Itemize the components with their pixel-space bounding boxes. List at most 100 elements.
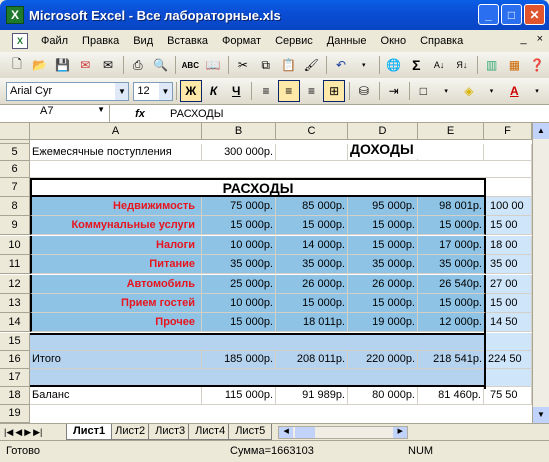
font-color-icon[interactable]: A <box>503 80 525 102</box>
name-box[interactable]: A7 ▼ <box>0 105 110 122</box>
font-name-select[interactable]: Arial Cyr ▼ <box>6 81 130 101</box>
column-header-b[interactable]: B <box>202 123 276 140</box>
row-6-empty[interactable] <box>30 161 532 178</box>
close-button[interactable]: ✕ <box>524 4 545 25</box>
prev-sheet-icon[interactable]: ◀ <box>15 427 22 438</box>
cell-f12[interactable]: 27 00 <box>486 274 532 294</box>
workbook-icon[interactable]: X <box>12 33 28 49</box>
spelling-icon[interactable]: ABC <box>179 54 201 76</box>
cell-f5[interactable] <box>484 144 532 161</box>
doc-close-button[interactable]: × <box>537 33 543 45</box>
cell-a8[interactable]: Недвижимость <box>30 197 202 216</box>
cell-e12[interactable]: 26 540р. <box>418 274 486 294</box>
row-header-7[interactable]: 7 <box>0 178 30 197</box>
cell-c14[interactable]: 18 011р. <box>276 313 348 333</box>
row-header-13[interactable]: 13 <box>0 294 30 313</box>
column-header-f[interactable]: F <box>484 123 532 140</box>
research-icon[interactable]: 📖 <box>202 54 224 76</box>
expenses-header[interactable]: РАСХОДЫ <box>30 178 486 197</box>
cell-b13[interactable]: 10 000р. <box>202 294 276 313</box>
row-header-11[interactable]: 11 <box>0 255 30 275</box>
cell-a11[interactable]: Питание <box>30 255 202 275</box>
cell-d18[interactable]: 80 000р. <box>348 387 418 405</box>
align-center-icon[interactable]: ≡ <box>277 80 300 102</box>
menu-tools[interactable]: Сервис <box>268 31 320 51</box>
cell-c16[interactable]: 208 011р. <box>276 351 348 369</box>
excel-app-icon[interactable]: X <box>6 6 24 24</box>
sort-asc-icon[interactable]: A↓ <box>428 54 450 76</box>
row-header-15[interactable]: 15 <box>0 333 30 351</box>
menu-data[interactable]: Данные <box>320 31 374 51</box>
borders-icon[interactable]: □ <box>412 80 434 102</box>
drawing-icon[interactable]: ▦ <box>504 54 526 76</box>
fill-color-icon[interactable]: ◈ <box>458 80 480 102</box>
cell-f13[interactable]: 15 00 <box>486 294 532 313</box>
print-preview-icon[interactable]: 🔍 <box>150 54 172 76</box>
row-header-5[interactable]: 5 <box>0 144 30 161</box>
autosum-icon[interactable]: Σ <box>405 54 427 76</box>
font-size-select[interactable]: 12 ▼ <box>133 81 173 101</box>
cell-b18[interactable]: 115 000р. <box>202 387 276 405</box>
align-right-icon[interactable]: ≡ <box>301 80 323 102</box>
underline-button[interactable]: Ч <box>225 80 247 102</box>
cell-f10[interactable]: 18 00 <box>486 235 532 255</box>
cell-a10[interactable]: Налоги <box>30 235 202 255</box>
cut-icon[interactable]: ✂ <box>232 54 254 76</box>
cell-f8[interactable]: 100 00 <box>486 197 532 216</box>
cell-f17[interactable] <box>486 369 532 387</box>
redo-icon[interactable]: ▾ <box>353 54 375 76</box>
column-header-a[interactable]: A <box>30 123 202 140</box>
cell-d12[interactable]: 26 000р. <box>348 274 418 294</box>
cell-d10[interactable]: 15 000р. <box>348 235 418 255</box>
tab-sheet3[interactable]: Лист3 <box>148 424 193 440</box>
italic-button[interactable]: К <box>203 80 225 102</box>
last-sheet-icon[interactable]: ▶| <box>33 427 42 438</box>
row-header-10[interactable]: 10 <box>0 235 30 255</box>
merge-center-icon[interactable]: ⊞ <box>323 80 346 102</box>
incomes-header[interactable]: ДОХОДЫ <box>350 141 430 159</box>
scroll-thumb[interactable] <box>295 426 316 438</box>
row-15-band[interactable] <box>30 333 486 351</box>
cell-d9[interactable]: 15 000р. <box>348 216 418 236</box>
cell-c11[interactable]: 35 000р. <box>276 255 348 275</box>
row-header-8[interactable]: 8 <box>0 197 30 216</box>
menu-edit[interactable]: Правка <box>75 31 126 51</box>
indent-icon[interactable]: ⇥ <box>383 80 405 102</box>
scroll-up-icon[interactable]: ▲ <box>533 123 549 139</box>
worksheet-grid[interactable]: A B C D E F ▲ ▼ 5 Ежемесячные поступлени… <box>0 123 549 423</box>
menu-file[interactable]: Файл <box>34 31 75 51</box>
next-sheet-icon[interactable]: ▶ <box>24 427 31 438</box>
cell-b9[interactable]: 15 000р. <box>202 216 276 236</box>
fx-button[interactable]: fx <box>110 108 170 120</box>
cell-b11[interactable]: 35 000р. <box>202 255 276 275</box>
cell-b12[interactable]: 25 000р. <box>202 274 276 294</box>
row-header-6[interactable]: 6 <box>0 161 30 178</box>
cell-d11[interactable]: 35 000р. <box>348 255 418 275</box>
tab-sheet4[interactable]: Лист4 <box>188 424 233 440</box>
copy-icon[interactable]: ⧉ <box>255 54 277 76</box>
open-icon[interactable]: 📂 <box>29 54 51 76</box>
row-17-band[interactable] <box>30 369 486 387</box>
row-header-18[interactable]: 18 <box>0 387 30 405</box>
scroll-left-icon[interactable]: ◀ <box>279 426 294 438</box>
chart-wizard-icon[interactable]: ▥ <box>481 54 503 76</box>
vertical-scrollbar[interactable]: ▲ ▼ <box>532 123 549 423</box>
cell-f15[interactable] <box>486 333 532 351</box>
cell-e9[interactable]: 15 000р. <box>418 216 486 236</box>
cell-d14[interactable]: 19 000р. <box>348 313 418 333</box>
cell-b14[interactable]: 15 000р. <box>202 313 276 333</box>
save-icon[interactable]: 💾 <box>52 54 74 76</box>
bold-button[interactable]: Ж <box>179 80 202 102</box>
hyperlink-icon[interactable]: 🌐 <box>383 54 405 76</box>
cell-a13[interactable]: Прием гостей <box>30 294 202 313</box>
cell-c9[interactable]: 15 000р. <box>276 216 348 236</box>
fill-dropdown-icon[interactable]: ▾ <box>481 80 503 102</box>
cell-b16[interactable]: 185 000р. <box>202 351 276 369</box>
menu-format[interactable]: Формат <box>215 31 268 51</box>
paste-icon[interactable]: 📋 <box>278 54 300 76</box>
chevron-down-icon[interactable]: ▼ <box>97 105 105 114</box>
cell-e16[interactable]: 218 541р. <box>418 351 486 369</box>
tab-sheet5[interactable]: Лист5 <box>228 424 273 440</box>
cell-a16[interactable]: Итого <box>30 351 202 369</box>
menu-window[interactable]: Окно <box>374 31 414 51</box>
